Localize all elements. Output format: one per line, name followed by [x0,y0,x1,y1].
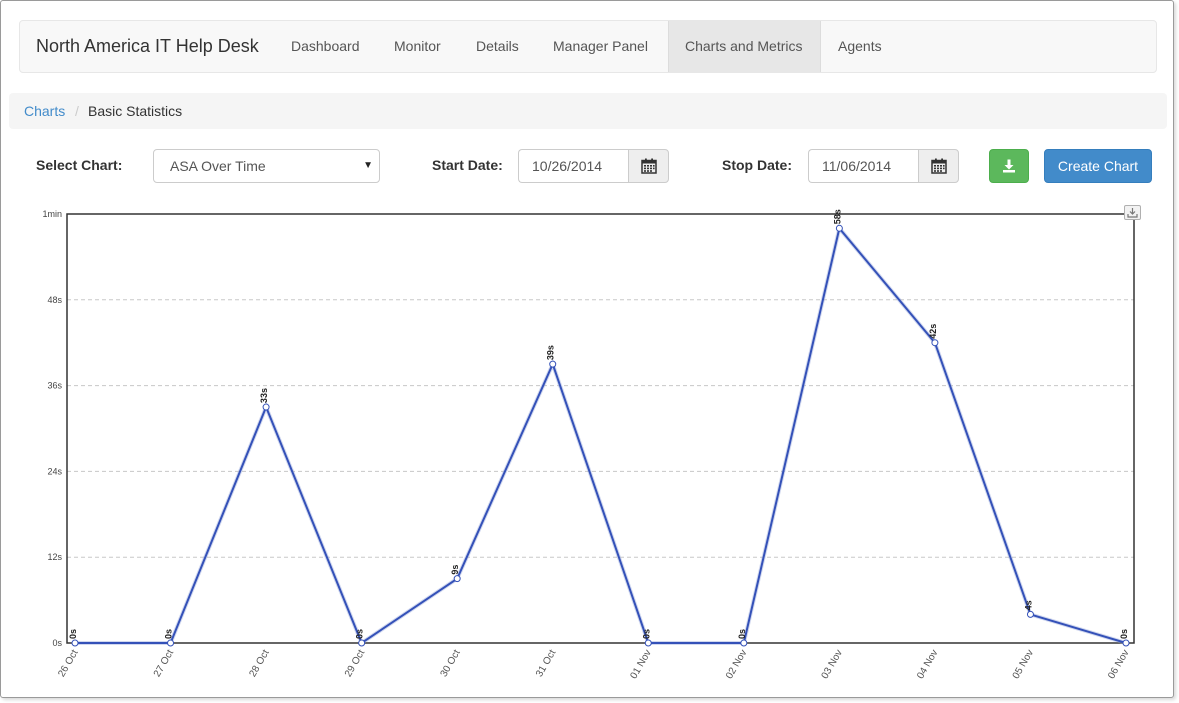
start-date-input[interactable]: 10/26/2014 [518,149,628,183]
x-tick-label: 04 Nov [915,648,940,681]
y-tick-label: 1min [42,209,62,219]
series-line [75,226,1127,645]
data-label: 39s [546,345,556,360]
select-chart-label: Select Chart: [36,157,123,173]
nav-agents[interactable]: Agents [822,21,898,72]
x-tick-label: 30 Oct [439,648,463,679]
breadcrumb-current: Basic Statistics [88,103,183,119]
y-tick-label: 12s [47,552,62,562]
nav-details[interactable]: Details [460,21,535,72]
data-label: 42s [928,324,938,339]
data-point [740,639,748,647]
asa-line-chart: 0s 12s 24s 36s 48s 1min 26 Oct 27 Oct 28 Oct 29 O… [42,209,1135,681]
data-point [931,339,939,347]
data-point [358,639,366,647]
x-tick-label: 01 Nov [629,648,654,681]
data-point [1026,610,1034,618]
export-icon [1127,208,1138,218]
stop-date-input[interactable]: 11/06/2014 [808,149,918,183]
data-point [644,639,652,647]
navbar-brand[interactable]: North America IT Help Desk [36,21,259,72]
x-tick-label: 29 Oct [343,648,367,679]
calendar-icon [930,158,947,174]
calendar-icon [640,158,657,174]
x-tick-label: 05 Nov [1011,648,1036,681]
data-point [262,403,270,411]
stop-date-label: Stop Date: [722,157,792,173]
data-label: 4s [1023,600,1033,610]
chart-export-button[interactable] [1124,205,1141,220]
nav-manager-panel[interactable]: Manager Panel [537,21,664,72]
download-button[interactable] [989,149,1029,183]
y-tick-label: 48s [47,295,62,305]
y-tick-label: 24s [47,466,62,476]
data-point [1122,639,1130,647]
x-tick-label: 02 Nov [724,648,749,681]
data-label: 0s [355,629,365,639]
x-tick-label: 28 Oct [247,648,271,679]
y-tick-label: 36s [47,381,62,391]
stop-date-group: 11/06/2014 [808,149,959,183]
x-tick-label: 03 Nov [820,648,845,681]
breadcrumb-charts-link[interactable]: Charts [24,93,65,129]
data-label: 0s [737,629,747,639]
x-tick-label: 06 Nov [1106,648,1131,681]
data-point [167,639,175,647]
data-label: 33s [259,388,269,403]
download-icon [1003,159,1015,173]
create-chart-button[interactable]: Create Chart [1044,149,1152,183]
data-label: 0s [164,629,174,639]
x-tick-label: 26 Oct [56,648,80,679]
start-date-group: 10/26/2014 [518,149,669,183]
data-point [453,575,461,583]
data-label: 0s [68,629,78,639]
nav-charts-and-metrics[interactable]: Charts and Metrics [668,21,821,72]
x-tick-label: 31 Oct [534,648,558,679]
plot-border [66,213,1135,644]
stop-date-picker-button[interactable] [918,149,959,183]
breadcrumb-separator: / [75,103,79,119]
data-label: 58s [832,209,842,224]
data-point [835,224,843,232]
navbar: North America IT Help Desk Dashboard Mon… [19,20,1157,73]
start-date-label: Start Date: [432,157,503,173]
x-tick-label: 27 Oct [152,648,176,679]
breadcrumb: Charts / Basic Statistics [9,93,1167,129]
select-chart-dropdown[interactable]: ASA Over Time ▼ [153,149,380,183]
data-label: 0s [641,629,651,639]
data-label: 9s [450,565,460,575]
nav-monitor[interactable]: Monitor [378,21,457,72]
data-point [549,360,557,368]
start-date-picker-button[interactable] [628,149,669,183]
data-label: 0s [1119,629,1129,639]
y-tick-label: 0s [52,638,62,648]
data-point [71,639,79,647]
nav-dashboard[interactable]: Dashboard [275,21,376,72]
select-chart-value: ASA Over Time [170,158,266,174]
caret-down-icon: ▼ [363,160,373,171]
